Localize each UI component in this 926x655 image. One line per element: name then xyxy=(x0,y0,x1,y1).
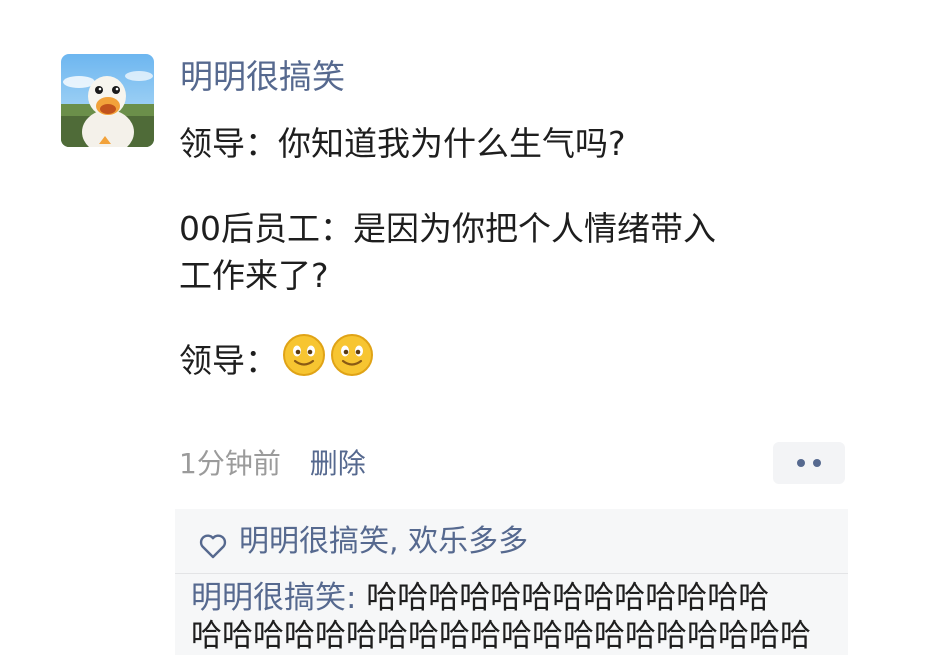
comment-item[interactable]: 明明很搞笑: 哈哈哈哈哈哈哈哈哈哈哈哈哈 哈哈哈哈哈哈哈哈哈哈哈哈哈哈哈哈哈哈哈… xyxy=(191,579,841,655)
moments-post: 明明很搞笑 领导：你知道我为什么生气吗? 00后员工：是因为你把个人情绪带入 工… xyxy=(0,0,926,655)
likes-row: 明明很搞笑, 欢乐多多 xyxy=(199,521,528,563)
smiling-face-emoji xyxy=(330,333,374,389)
post-time: 1分钟前 xyxy=(179,447,281,480)
interactions-panel: 明明很搞笑, 欢乐多多 明明很搞笑: 哈哈哈哈哈哈哈哈哈哈哈哈哈 哈哈哈哈哈哈哈… xyxy=(175,509,848,655)
more-dots-icon xyxy=(813,459,821,467)
more-dots-icon xyxy=(797,459,805,467)
smiling-face-emoji xyxy=(282,333,326,389)
comment-text: 哈哈哈哈哈哈哈哈哈哈哈哈哈哈哈哈哈哈哈哈 xyxy=(191,618,811,654)
delete-button[interactable]: 删除 xyxy=(310,447,366,480)
likes-names[interactable]: 明明很搞笑, 欢乐多多 xyxy=(239,521,528,563)
comment-text: 哈哈哈哈哈哈哈哈哈哈哈哈哈 xyxy=(356,580,770,616)
post-content: 领导：你知道我为什么生气吗? 00后员工：是因为你把个人情绪带入 工作来了? 领… xyxy=(179,120,859,384)
post-line-with-emoji: 领导： xyxy=(179,333,859,384)
heart-icon xyxy=(199,529,227,559)
post-line: 工作来了? xyxy=(179,256,329,295)
post-line: 00后员工：是因为你把个人情绪带入 xyxy=(179,209,716,248)
post-line: 领导：你知道我为什么生气吗? xyxy=(179,124,626,163)
comment-author[interactable]: 明明很搞笑: xyxy=(191,580,356,616)
post-author-name[interactable]: 明明很搞笑 xyxy=(180,55,345,99)
post-meta: 1分钟前 删除 xyxy=(179,444,366,484)
avatar[interactable] xyxy=(61,54,154,147)
comment-line: 哈哈哈哈哈哈哈哈哈哈哈哈哈哈哈哈哈哈哈哈 xyxy=(191,617,841,655)
more-actions-button[interactable] xyxy=(773,442,845,484)
comment-line: 明明很搞笑: 哈哈哈哈哈哈哈哈哈哈哈哈哈 xyxy=(191,579,841,617)
divider xyxy=(175,573,848,574)
duck-avatar-image xyxy=(61,54,154,147)
post-line: 领导： xyxy=(179,341,278,380)
